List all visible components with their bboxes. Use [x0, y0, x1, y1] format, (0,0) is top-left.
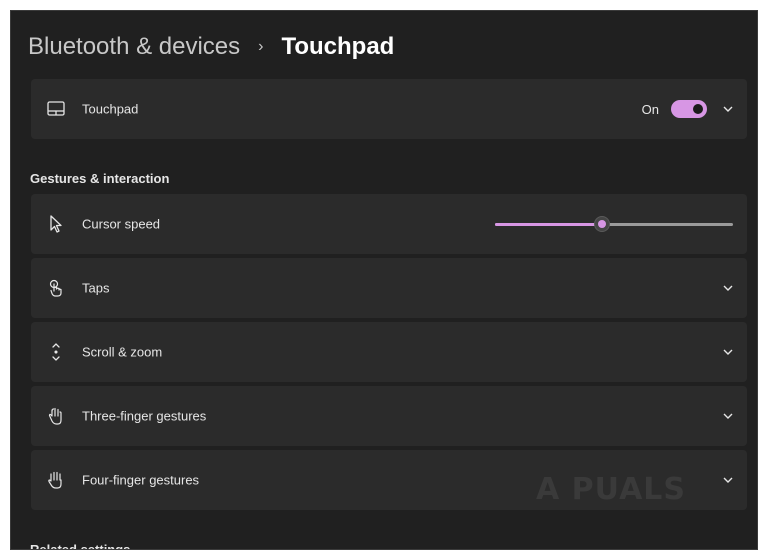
chevron-down-icon[interactable] [721, 102, 735, 116]
slider-fill [495, 223, 603, 226]
four-finger-hand-icon [45, 469, 67, 491]
three-finger-label: Three-finger gestures [82, 408, 207, 424]
taps-card[interactable]: Taps [31, 258, 747, 318]
touchpad-icon [45, 98, 67, 120]
tap-hand-icon [45, 277, 67, 299]
chevron-down-icon[interactable] [721, 345, 735, 359]
scroll-zoom-card[interactable]: Scroll & zoom [31, 322, 747, 382]
three-finger-hand-icon [45, 405, 67, 427]
three-finger-card[interactable]: Three-finger gestures [31, 386, 747, 446]
cursor-speed-label: Cursor speed [82, 216, 161, 232]
cursor-icon [45, 213, 67, 235]
watermark-logo: A PUALS [536, 468, 730, 512]
chevron-down-icon[interactable] [721, 409, 735, 423]
touchpad-toggle[interactable] [671, 100, 707, 118]
section-header-gestures: Gestures & interaction [30, 171, 170, 186]
touchpad-card[interactable]: Touchpad On [31, 79, 747, 139]
toggle-knob [693, 104, 703, 114]
touchpad-label: Touchpad [82, 101, 139, 117]
breadcrumb: Bluetooth & devices › Touchpad [28, 31, 394, 63]
taps-label: Taps [82, 280, 110, 296]
section-header-related: Related settings [30, 542, 131, 550]
breadcrumb-parent[interactable]: Bluetooth & devices [28, 33, 240, 61]
cursor-speed-slider[interactable] [495, 216, 733, 232]
scroll-zoom-label: Scroll & zoom [82, 344, 163, 360]
page-title: Touchpad [281, 33, 395, 60]
chevron-down-icon[interactable] [721, 281, 735, 295]
four-finger-label: Four-finger gestures [82, 472, 200, 488]
slider-thumb[interactable] [594, 216, 611, 232]
scroll-arrows-icon [45, 341, 67, 363]
watermark-text: A PUALS [536, 472, 687, 507]
breadcrumb-separator: › [258, 38, 264, 55]
toggle-state-label: On [641, 101, 659, 117]
cursor-speed-card: Cursor speed [31, 194, 747, 254]
touchpad-toggle-group: On [642, 100, 707, 118]
